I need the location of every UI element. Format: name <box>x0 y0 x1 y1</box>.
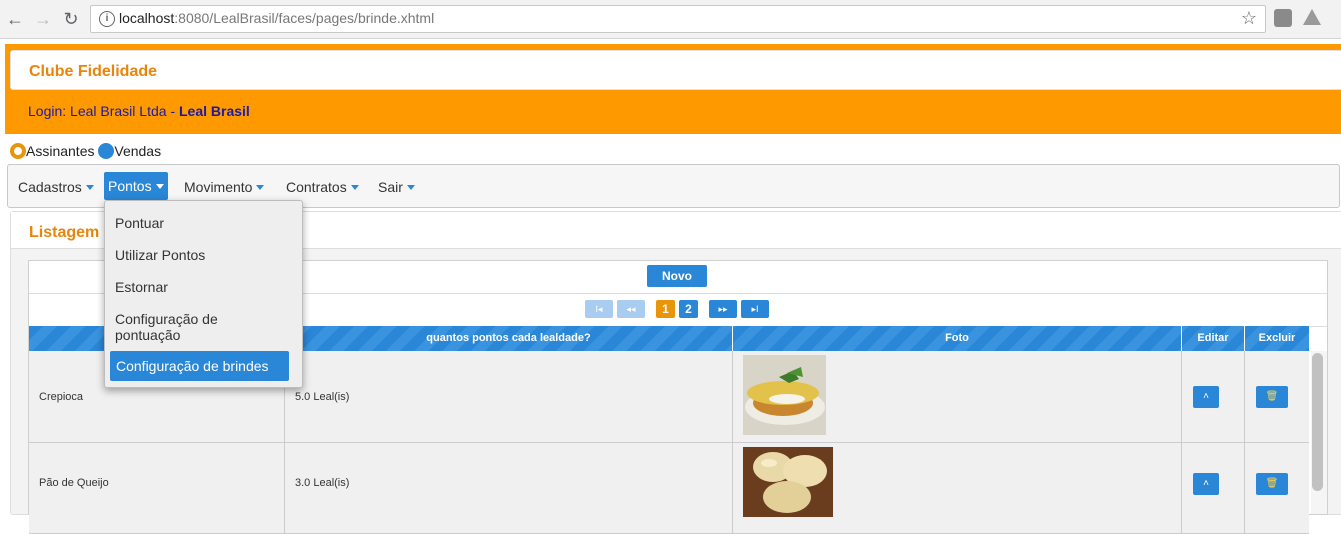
trash-icon: 🗑 <box>1265 478 1279 489</box>
pao-de-queijo-photo <box>743 447 833 517</box>
caret-down-icon <box>256 185 265 190</box>
url-text: localhost:8080/LealBrasil/faces/pages/br… <box>119 10 434 26</box>
login-label: Login: Leal Brasil Ltda <box>28 103 167 119</box>
radio-assinantes[interactable] <box>10 143 26 159</box>
radio-vendas-label[interactable]: Vendas <box>114 143 161 159</box>
page-1-button[interactable]: 1 <box>656 300 675 318</box>
menu-sair-label: Sair <box>378 179 403 195</box>
url-host: localhost <box>119 10 175 26</box>
pontos-dropdown: Pontuar Utilizar Pontos Estornar Configu… <box>104 200 303 388</box>
browser-toolbar: ← → ↻ i localhost:8080/LealBrasil/faces/… <box>0 0 1341 39</box>
menu-cadastros-label: Cadastros <box>18 179 82 195</box>
radio-assinantes-label[interactable]: Assinantes <box>26 143 94 159</box>
reload-icon[interactable]: ↻ <box>60 8 82 30</box>
cell-points: 3.0 Leal(is) <box>285 443 733 533</box>
title-box: Clube Fidelidade <box>10 50 1341 90</box>
edit-button[interactable]: ˄ <box>1193 386 1219 408</box>
column-header-delete: Excluir <box>1258 332 1296 344</box>
delete-button[interactable]: 🗑 <box>1256 386 1288 408</box>
menu-movimento-label: Movimento <box>184 179 253 195</box>
trash-icon: 🗑 <box>1265 391 1279 402</box>
menu-item-estornar[interactable]: Estornar <box>115 279 168 295</box>
delete-button[interactable]: 🗑 <box>1256 473 1288 495</box>
row-points: 5.0 Leal(is) <box>295 391 350 403</box>
caret-down-icon <box>155 184 164 189</box>
cell-edit: ˄ <box>1182 351 1245 442</box>
row-name: Crepioca <box>39 391 84 403</box>
row-name: Pão de Queijo <box>39 477 109 489</box>
star-icon[interactable]: ☆ <box>1241 8 1257 29</box>
cell-photo <box>733 351 1182 442</box>
menu-sair[interactable]: Sair <box>374 175 419 199</box>
cell-edit: ˄ <box>1182 443 1245 533</box>
mode-radio-group: Assinantes Vendas <box>10 143 161 159</box>
table-scrollbar-thumb[interactable] <box>1312 353 1323 491</box>
menu-pontos[interactable]: Pontos <box>104 172 168 200</box>
next-page-button[interactable]: ▸▸ <box>709 300 737 318</box>
back-arrow-icon[interactable]: ← <box>4 8 26 30</box>
column-header-edit: Editar <box>1182 326 1245 351</box>
chevron-up-icon: ˄ <box>1203 391 1209 402</box>
info-icon[interactable]: i <box>99 11 115 27</box>
cell-points: 5.0 Leal(is) <box>285 351 733 442</box>
menu-item-utilizar-pontos[interactable]: Utilizar Pontos <box>115 247 205 263</box>
menu-item-configuracao-brindes[interactable]: Configuração de brindes <box>110 351 289 381</box>
cell-name: Pão de Queijo <box>29 443 285 533</box>
edit-button[interactable]: ˄ <box>1193 473 1219 495</box>
menu-contratos[interactable]: Contratos <box>282 175 363 199</box>
column-header-photo[interactable]: Foto <box>733 326 1182 351</box>
caret-down-icon <box>85 185 94 190</box>
site-title: Clube Fidelidade <box>29 63 158 80</box>
last-page-button[interactable]: ▸I <box>741 300 769 318</box>
forward-arrow-icon[interactable]: → <box>32 8 54 30</box>
chevron-up-icon: ˄ <box>1203 478 1209 489</box>
new-button[interactable]: Novo <box>647 265 707 287</box>
crepioca-photo <box>743 355 826 435</box>
url-path: :8080/LealBrasil/faces/pages/brinde.xhtm… <box>174 10 435 26</box>
menu-movimento[interactable]: Movimento <box>180 175 268 199</box>
menu-item-configuracao-pontuacao[interactable]: Configuração de pontuação <box>115 311 265 343</box>
menu-contratos-label: Contratos <box>286 179 347 195</box>
menu-cadastros[interactable]: Cadastros <box>14 175 98 199</box>
cell-delete: 🗑 <box>1245 351 1309 442</box>
cell-delete: 🗑 <box>1245 443 1309 533</box>
radio-vendas[interactable] <box>98 143 115 159</box>
row-points: 3.0 Leal(is) <box>295 477 350 489</box>
first-page-button[interactable]: I◂ <box>585 300 613 318</box>
caret-down-icon <box>350 185 359 190</box>
page-2-button[interactable]: 2 <box>679 300 698 318</box>
login-user: Leal Brasil <box>179 103 250 119</box>
extension-icon[interactable] <box>1274 9 1292 27</box>
column-header-points[interactable]: quantos pontos cada lealdade? <box>285 326 733 351</box>
menu-pontos-label: Pontos <box>108 178 152 194</box>
login-info: Login: Leal Brasil Ltda - Leal Brasil <box>28 103 250 119</box>
login-separator: - <box>170 103 176 119</box>
address-bar[interactable]: i localhost:8080/LealBrasil/faces/pages/… <box>90 5 1266 33</box>
drive-icon[interactable] <box>1303 9 1321 25</box>
listing-title: Listagem <box>29 224 100 241</box>
table-row: Pão de Queijo 3.0 Leal(is) ˄ 🗑 <box>29 443 1309 534</box>
cell-photo <box>733 443 1182 533</box>
menu-item-pontuar[interactable]: Pontuar <box>115 215 164 231</box>
caret-down-icon <box>406 185 415 190</box>
prev-page-button[interactable]: ◂◂ <box>617 300 645 318</box>
